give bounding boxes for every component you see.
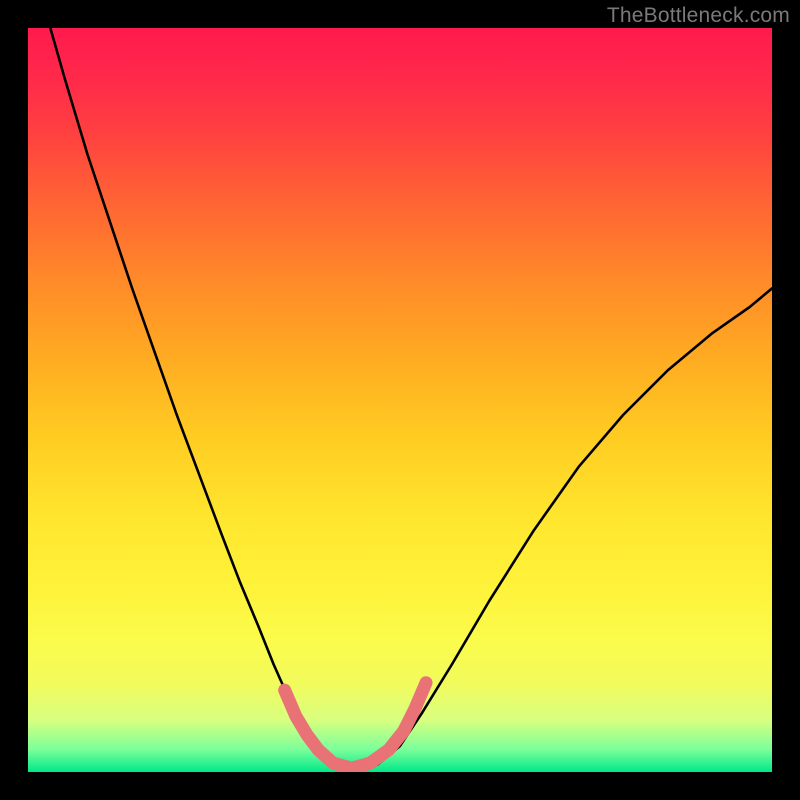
highlight-optimal-zone <box>285 683 426 769</box>
watermark-text: TheBottleneck.com <box>607 4 790 28</box>
curve-svg <box>28 28 772 772</box>
chart-frame: TheBottleneck.com <box>0 0 800 800</box>
bottleneck-curve <box>50 28 772 772</box>
plot-area <box>28 28 772 772</box>
